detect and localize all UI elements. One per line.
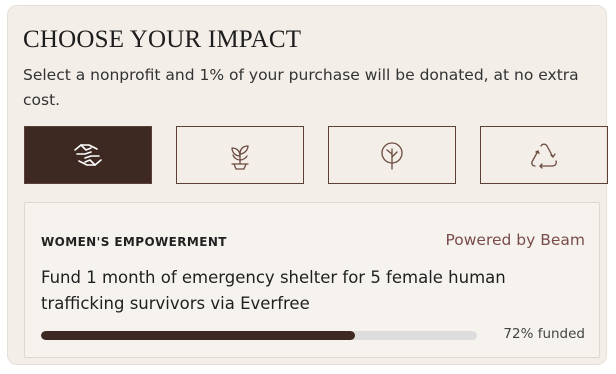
cause-button-recycling[interactable] (480, 126, 608, 184)
impact-description: Fund 1 month of emergency shelter for 5 … (41, 268, 506, 313)
tree-icon (381, 142, 403, 170)
impact-card: CHOOSE YOUR IMPACT Select a nonprofit an… (7, 5, 608, 365)
recycle-icon (531, 143, 557, 169)
cause-selector (24, 126, 608, 186)
seedling-icon (231, 145, 249, 170)
funded-percentage: 72% funded (503, 326, 585, 342)
powered-by-beam-link[interactable]: Powered by Beam (445, 231, 585, 249)
page-title: CHOOSE YOUR IMPACT (23, 26, 302, 53)
impact-details-panel: WOMEN'S EMPOWERMENT Powered by Beam Fund… (24, 202, 600, 358)
cause-button-womens-empowerment[interactable] (24, 126, 152, 184)
helping-hands-icon (74, 144, 102, 166)
progress-bar-fill (41, 331, 355, 340)
progress-bar (41, 331, 477, 340)
category-label: WOMEN'S EMPOWERMENT (41, 235, 227, 249)
cause-button-trees[interactable] (328, 126, 456, 184)
cause-button-environment[interactable] (176, 126, 304, 184)
subtitle: Select a nonprofit and 1% of your purcha… (23, 66, 579, 109)
